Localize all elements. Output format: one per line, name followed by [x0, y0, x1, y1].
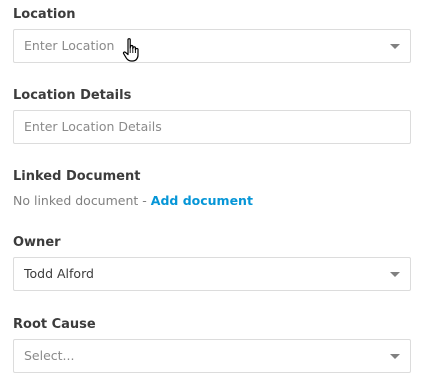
- caret-down-icon[interactable]: [390, 272, 400, 277]
- caret-down-icon[interactable]: [390, 354, 400, 359]
- add-document-link[interactable]: Add document: [151, 193, 253, 208]
- root-cause-label: Root Cause: [13, 317, 96, 332]
- caret-down-icon[interactable]: [390, 44, 400, 49]
- linked-document-separator: -: [138, 193, 151, 208]
- owner-select[interactable]: Todd Alford: [13, 257, 411, 291]
- owner-value: Todd Alford: [24, 266, 94, 281]
- linked-document-row: No linked document - Add document: [13, 193, 253, 209]
- root-cause-placeholder: Select...: [24, 348, 75, 363]
- hand-pointer-icon: [122, 38, 139, 62]
- location-label: Location: [13, 7, 76, 22]
- location-details-input[interactable]: Enter Location Details: [13, 110, 411, 144]
- location-placeholder: Enter Location: [24, 38, 115, 53]
- location-details-label: Location Details: [13, 88, 132, 103]
- root-cause-select[interactable]: Select...: [13, 339, 411, 373]
- linked-document-label: Linked Document: [13, 169, 141, 184]
- location-details-placeholder: Enter Location Details: [24, 119, 162, 134]
- owner-label: Owner: [13, 235, 61, 250]
- no-linked-document-text: No linked document: [13, 193, 139, 208]
- location-select[interactable]: Enter Location: [13, 29, 411, 63]
